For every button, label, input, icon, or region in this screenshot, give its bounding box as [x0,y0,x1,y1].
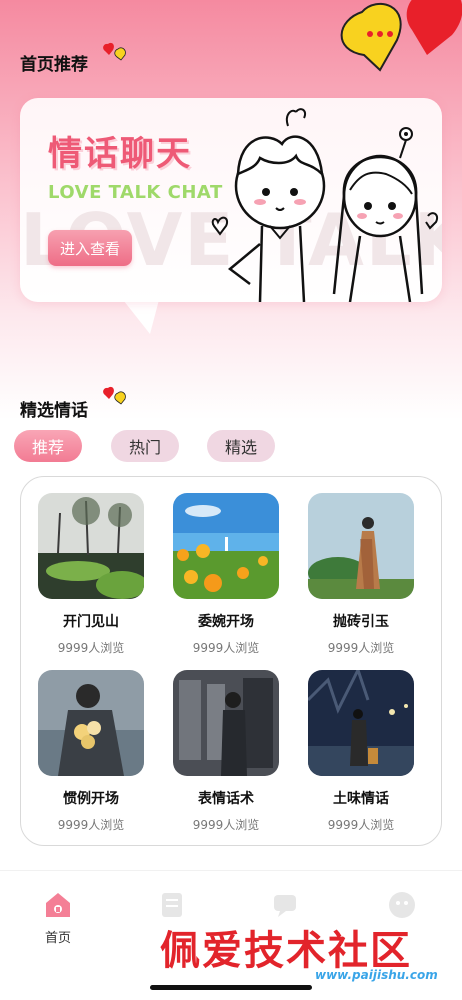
hearts-small-icon [103,386,126,405]
site-watermark: 佩爱技术社区 www.paijishu.com [160,918,460,988]
featured-title: 精选情话 [20,401,88,421]
flowers-bouquet-photo [38,670,144,776]
nav-home-label: 首页 [44,931,71,946]
home-recommend-title: 首页推荐 [20,55,88,75]
card-title: 开门见山 [63,614,119,630]
profile-icon [389,892,415,918]
card-title: 委婉开场 [198,614,254,630]
watermark-url: www.paijishu.com [315,968,438,982]
category-tabs: 推荐 热门 精选 [14,430,454,464]
couple-illustration [211,108,438,302]
banner-tail [120,296,160,334]
flower-field-photo [173,493,279,599]
card-title: 表情话术 [198,791,254,807]
card-subtle-opening[interactable]: 委婉开场 9999人浏览 [173,493,279,656]
card-title: 惯例开场 [63,791,119,807]
list-icon [162,893,182,917]
card-count: 9999人浏览 [192,818,260,832]
nav-home[interactable]: 首页 [28,889,88,946]
love-talk-banner[interactable]: LOVE TALK 情话聊天 LOVE TALK CHAT 进入查看 [20,98,442,302]
night-street-photo [308,670,414,776]
chat-icon [274,895,296,917]
card-usual-opening[interactable]: 惯例开场 9999人浏览 [38,670,144,833]
hearts-small-icon [103,42,126,61]
enter-view-button[interactable]: 进入查看 [48,230,132,266]
card-title: 抛砖引玉 [333,614,389,630]
tab-hot[interactable]: 热门 [111,430,179,462]
tab-recommend[interactable]: 推荐 [14,430,82,462]
home-icon [46,893,70,917]
card-throw-brick[interactable]: 抛砖引玉 9999人浏览 [308,493,414,656]
tab-featured[interactable]: 精选 [207,430,275,462]
banner-title-en: LOVE TALK CHAT [48,182,223,203]
card-count: 9999人浏览 [327,818,395,832]
card-count: 9999人浏览 [57,641,125,655]
card-count: 9999人浏览 [57,818,125,832]
hearts-decoration-icon [340,0,462,72]
card-emoji-talk[interactable]: 表情话术 9999人浏览 [173,670,279,833]
girl-outdoors-photo [308,493,414,599]
card-open-door[interactable]: 开门见山 9999人浏览 [38,493,144,656]
card-title: 土味情话 [333,791,389,807]
talk-card-grid: 开门见山 9999人浏览 委婉开场 9999人浏览 抛砖引玉 9999人浏览 惯… [20,476,442,846]
card-count: 9999人浏览 [327,641,395,655]
garden-photo [38,493,144,599]
blurred-window-photo [173,670,279,776]
card-count: 9999人浏览 [192,641,260,655]
banner-title-cn: 情话聊天 [48,134,192,174]
card-cheesy-love[interactable]: 土味情话 9999人浏览 [308,670,414,833]
